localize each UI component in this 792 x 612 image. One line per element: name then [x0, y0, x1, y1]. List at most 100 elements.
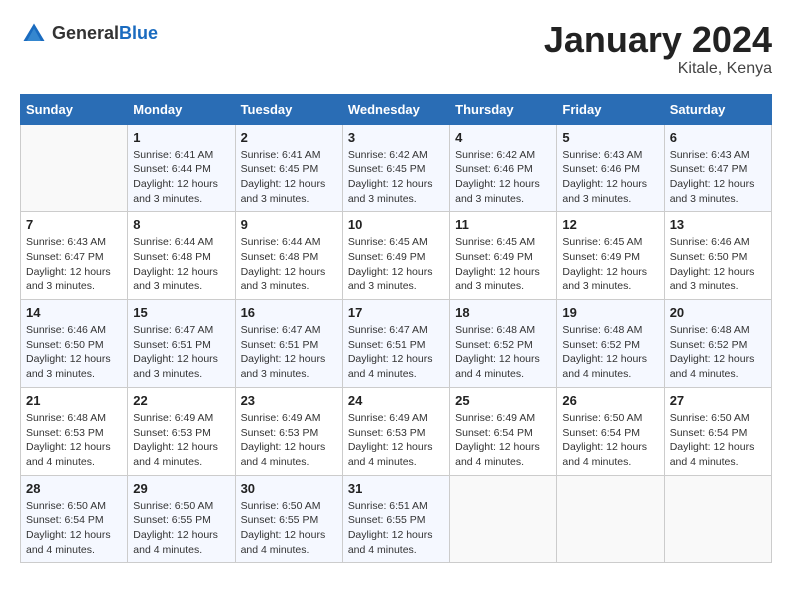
day-info: Sunrise: 6:50 AMSunset: 6:54 PMDaylight:…	[670, 411, 766, 470]
day-info: Sunrise: 6:43 AMSunset: 6:47 PMDaylight:…	[670, 148, 766, 207]
day-number: 5	[562, 130, 658, 145]
day-info: Sunrise: 6:48 AMSunset: 6:53 PMDaylight:…	[26, 411, 122, 470]
calendar-cell	[21, 124, 128, 212]
col-header-tuesday: Tuesday	[235, 94, 342, 124]
day-info: Sunrise: 6:48 AMSunset: 6:52 PMDaylight:…	[562, 323, 658, 382]
day-number: 13	[670, 217, 766, 232]
calendar-cell: 18Sunrise: 6:48 AMSunset: 6:52 PMDayligh…	[450, 300, 557, 388]
day-number: 28	[26, 481, 122, 496]
day-number: 4	[455, 130, 551, 145]
calendar-cell: 8 Sunrise: 6:44 AMSunset: 6:48 PMDaylight…	[128, 212, 235, 300]
calendar-cell: 20Sunrise: 6:48 AMSunset: 6:52 PMDayligh…	[664, 300, 771, 388]
calendar-cell	[450, 475, 557, 563]
calendar-cell: 23 Sunrise: 6:49 AMSunset: 6:53 PMDayligh…	[235, 387, 342, 475]
month-title: January 2024	[544, 20, 772, 60]
calendar-week-row: 14Sunrise: 6:46 AMSunset: 6:50 PMDayligh…	[21, 300, 772, 388]
calendar-cell: 16 Sunrise: 6:47 AMSunset: 6:51 PMDayligh…	[235, 300, 342, 388]
calendar-cell: 13 Sunrise: 6:46 AMSunset: 6:50 PMDayligh…	[664, 212, 771, 300]
calendar-cell: 10Sunrise: 6:45 AMSunset: 6:49 PMDayligh…	[342, 212, 449, 300]
logo: GeneralBlue	[20, 20, 158, 48]
day-info: Sunrise: 6:46 AMSunset: 6:50 PMDaylight:…	[670, 235, 766, 294]
calendar-header-row: SundayMondayTuesdayWednesdayThursdayFrid…	[21, 94, 772, 124]
calendar-cell: 22Sunrise: 6:49 AMSunset: 6:53 PMDayligh…	[128, 387, 235, 475]
day-number: 17	[348, 305, 444, 320]
calendar-cell: 5 Sunrise: 6:43 AMSunset: 6:46 PMDaylight…	[557, 124, 664, 212]
day-info: Sunrise: 6:44 AMSunset: 6:48 PMDaylight:…	[241, 235, 337, 294]
calendar-cell: 17 Sunrise: 6:47 AMSunset: 6:51 PMDayligh…	[342, 300, 449, 388]
calendar-cell: 29 Sunrise: 6:50 AMSunset: 6:55 PMDayligh…	[128, 475, 235, 563]
day-info: Sunrise: 6:45 AMSunset: 6:49 PMDaylight:…	[562, 235, 658, 294]
calendar-cell: 19 Sunrise: 6:48 AMSunset: 6:52 PMDayligh…	[557, 300, 664, 388]
calendar-cell: 15 Sunrise: 6:47 AMSunset: 6:51 PMDayligh…	[128, 300, 235, 388]
calendar-table: SundayMondayTuesdayWednesdayThursdayFrid…	[20, 94, 772, 564]
day-info: Sunrise: 6:50 AMSunset: 6:55 PMDaylight:…	[241, 499, 337, 558]
day-number: 10	[348, 217, 444, 232]
day-info: Sunrise: 6:43 AMSunset: 6:46 PMDaylight:…	[562, 148, 658, 207]
col-header-monday: Monday	[128, 94, 235, 124]
day-info: Sunrise: 6:42 AMSunset: 6:45 PMDaylight:…	[348, 148, 444, 207]
calendar-cell: 14Sunrise: 6:46 AMSunset: 6:50 PMDayligh…	[21, 300, 128, 388]
day-number: 16	[241, 305, 337, 320]
calendar-week-row: 21 Sunrise: 6:48 AMSunset: 6:53 PMDayligh…	[21, 387, 772, 475]
calendar-cell: 28 Sunrise: 6:50 AMSunset: 6:54 PMDayligh…	[21, 475, 128, 563]
calendar-cell: 3 Sunrise: 6:42 AMSunset: 6:45 PMDaylight…	[342, 124, 449, 212]
calendar-cell: 4 Sunrise: 6:42 AMSunset: 6:46 PMDaylight…	[450, 124, 557, 212]
calendar-cell: 30 Sunrise: 6:50 AMSunset: 6:55 PMDayligh…	[235, 475, 342, 563]
day-number: 7	[26, 217, 122, 232]
day-info: Sunrise: 6:44 AMSunset: 6:48 PMDaylight:…	[133, 235, 229, 294]
calendar-cell: 27 Sunrise: 6:50 AMSunset: 6:54 PMDayligh…	[664, 387, 771, 475]
day-number: 20	[670, 305, 766, 320]
calendar-week-row: 7Sunrise: 6:43 AMSunset: 6:47 PMDaylight…	[21, 212, 772, 300]
logo-icon	[20, 20, 48, 48]
day-number: 21	[26, 393, 122, 408]
day-number: 3	[348, 130, 444, 145]
location-title: Kitale, Kenya	[544, 60, 772, 78]
day-number: 8	[133, 217, 229, 232]
day-info: Sunrise: 6:41 AMSunset: 6:44 PMDaylight:…	[133, 148, 229, 207]
day-number: 31	[348, 481, 444, 496]
day-number: 15	[133, 305, 229, 320]
day-number: 30	[241, 481, 337, 496]
calendar-cell: 11Sunrise: 6:45 AMSunset: 6:49 PMDayligh…	[450, 212, 557, 300]
col-header-sunday: Sunday	[21, 94, 128, 124]
day-info: Sunrise: 6:49 AMSunset: 6:54 PMDaylight:…	[455, 411, 551, 470]
day-number: 24	[348, 393, 444, 408]
day-info: Sunrise: 6:41 AMSunset: 6:45 PMDaylight:…	[241, 148, 337, 207]
day-info: Sunrise: 6:45 AMSunset: 6:49 PMDaylight:…	[455, 235, 551, 294]
day-number: 19	[562, 305, 658, 320]
day-number: 26	[562, 393, 658, 408]
calendar-cell: 2 Sunrise: 6:41 AMSunset: 6:45 PMDaylight…	[235, 124, 342, 212]
col-header-thursday: Thursday	[450, 94, 557, 124]
calendar-cell: 12 Sunrise: 6:45 AMSunset: 6:49 PMDayligh…	[557, 212, 664, 300]
day-info: Sunrise: 6:47 AMSunset: 6:51 PMDaylight:…	[133, 323, 229, 382]
day-number: 27	[670, 393, 766, 408]
day-info: Sunrise: 6:47 AMSunset: 6:51 PMDaylight:…	[241, 323, 337, 382]
day-number: 6	[670, 130, 766, 145]
day-number: 12	[562, 217, 658, 232]
calendar-cell: 24 Sunrise: 6:49 AMSunset: 6:53 PMDayligh…	[342, 387, 449, 475]
page-header: GeneralBlue January 2024 Kitale, Kenya	[20, 20, 772, 78]
col-header-wednesday: Wednesday	[342, 94, 449, 124]
day-info: Sunrise: 6:51 AMSunset: 6:55 PMDaylight:…	[348, 499, 444, 558]
day-number: 23	[241, 393, 337, 408]
day-number: 25	[455, 393, 551, 408]
day-info: Sunrise: 6:50 AMSunset: 6:54 PMDaylight:…	[26, 499, 122, 558]
col-header-saturday: Saturday	[664, 94, 771, 124]
calendar-cell: 26 Sunrise: 6:50 AMSunset: 6:54 PMDayligh…	[557, 387, 664, 475]
day-info: Sunrise: 6:42 AMSunset: 6:46 PMDaylight:…	[455, 148, 551, 207]
title-block: January 2024 Kitale, Kenya	[544, 20, 772, 78]
day-number: 18	[455, 305, 551, 320]
day-info: Sunrise: 6:49 AMSunset: 6:53 PMDaylight:…	[348, 411, 444, 470]
calendar-cell: 6 Sunrise: 6:43 AMSunset: 6:47 PMDaylight…	[664, 124, 771, 212]
col-header-friday: Friday	[557, 94, 664, 124]
day-number: 29	[133, 481, 229, 496]
logo-general: GeneralBlue	[52, 24, 158, 44]
calendar-cell: 9Sunrise: 6:44 AMSunset: 6:48 PMDaylight…	[235, 212, 342, 300]
day-info: Sunrise: 6:50 AMSunset: 6:54 PMDaylight:…	[562, 411, 658, 470]
day-info: Sunrise: 6:46 AMSunset: 6:50 PMDaylight:…	[26, 323, 122, 382]
day-number: 2	[241, 130, 337, 145]
day-info: Sunrise: 6:50 AMSunset: 6:55 PMDaylight:…	[133, 499, 229, 558]
calendar-cell: 31 Sunrise: 6:51 AMSunset: 6:55 PMDayligh…	[342, 475, 449, 563]
day-info: Sunrise: 6:47 AMSunset: 6:51 PMDaylight:…	[348, 323, 444, 382]
day-info: Sunrise: 6:49 AMSunset: 6:53 PMDaylight:…	[241, 411, 337, 470]
